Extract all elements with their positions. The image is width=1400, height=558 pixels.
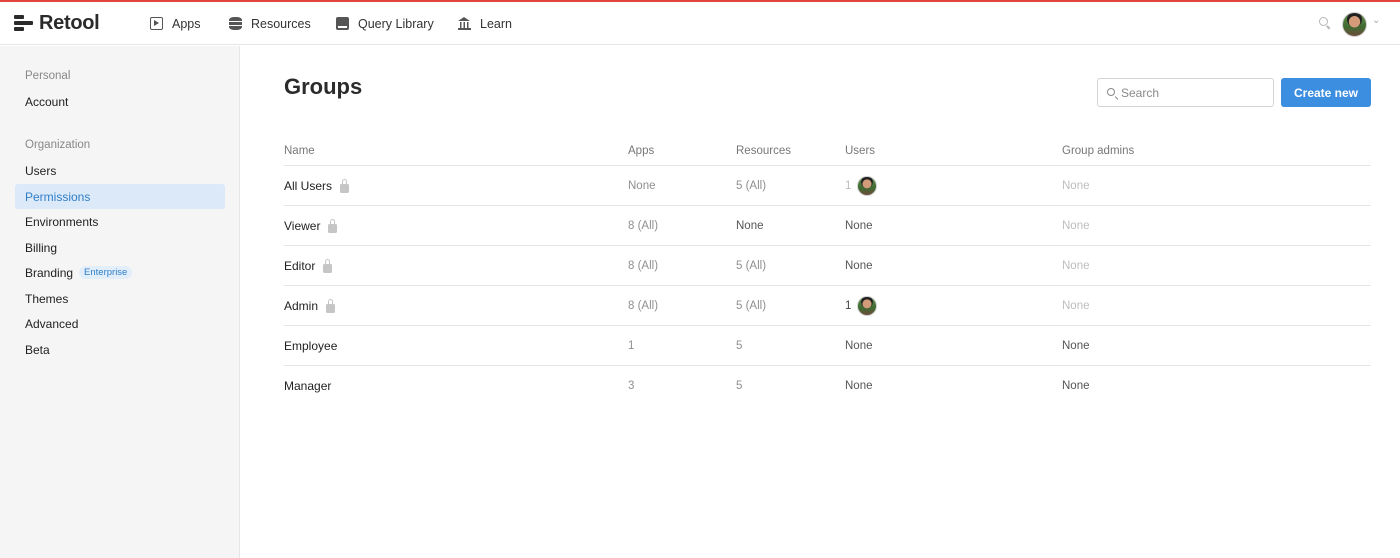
- group-admins: None: [1062, 220, 1090, 232]
- sidebar-item-label: Environments: [25, 214, 99, 229]
- search-icon[interactable]: [1319, 17, 1330, 28]
- sidebar-item-label: Account: [25, 94, 69, 109]
- group-resources: None: [736, 220, 764, 232]
- sidebar-item-advanced[interactable]: Advanced: [15, 311, 225, 336]
- page-title: Groups: [284, 74, 363, 99]
- group-resources: 5: [736, 380, 743, 392]
- search-icon: [1107, 88, 1118, 99]
- avatar[interactable]: [857, 296, 878, 316]
- group-apps: 1: [628, 340, 635, 352]
- group-resources: 5: [736, 340, 743, 352]
- group-apps: 8 (All): [628, 300, 659, 312]
- sidebar-item-label: Advanced: [25, 316, 79, 331]
- sidebar-item-users[interactable]: Users: [15, 158, 225, 183]
- group-users: None: [845, 380, 873, 392]
- sidebar-item-environments[interactable]: Environments: [15, 209, 225, 234]
- group-admins: None: [1062, 380, 1090, 392]
- sidebar-heading-organization: Organization: [25, 139, 91, 151]
- lock-icon: [326, 298, 336, 313]
- nav-resources-label: Resources: [251, 16, 311, 31]
- group-resources: 5 (All): [736, 180, 767, 192]
- column-header-name[interactable]: Name: [284, 145, 315, 157]
- retool-logo-icon: [14, 14, 33, 32]
- column-header-group-admins[interactable]: Group admins: [1062, 145, 1134, 157]
- group-name[interactable]: Manager: [284, 379, 331, 393]
- sidebar-item-label: Billing: [25, 240, 58, 255]
- table-row[interactable]: Editor 8 (All) 5 (All) None None: [284, 246, 1371, 286]
- sidebar-item-label: Branding: [25, 265, 74, 280]
- user-avatar[interactable]: [1342, 12, 1367, 37]
- avatar[interactable]: [857, 176, 878, 196]
- enterprise-badge: Enterprise: [79, 266, 133, 279]
- group-name[interactable]: Employee: [284, 339, 337, 353]
- group-name[interactable]: Editor: [284, 259, 315, 273]
- book-icon: [336, 17, 349, 30]
- retool-logo[interactable]: Retool: [14, 11, 100, 34]
- table-row[interactable]: Employee 1 5 None None: [284, 326, 1371, 366]
- nav-resources[interactable]: Resources: [229, 2, 311, 45]
- table-row[interactable]: All Users None 5 (All) 1 None: [284, 166, 1371, 206]
- group-apps: 3: [628, 380, 635, 392]
- nav-query-library[interactable]: Query Library: [336, 2, 434, 45]
- database-icon: [229, 17, 242, 30]
- column-header-users[interactable]: Users: [845, 145, 875, 157]
- group-admins: None: [1062, 340, 1090, 352]
- brand-name: Retool: [39, 11, 100, 34]
- group-apps: 8 (All): [628, 260, 659, 272]
- group-admins: None: [1062, 260, 1090, 272]
- sidebar-item-billing[interactable]: Billing: [15, 235, 225, 260]
- group-users: None: [845, 260, 873, 272]
- column-header-apps[interactable]: Apps: [628, 145, 654, 157]
- sidebar-item-label: Beta: [25, 342, 50, 357]
- group-admins: None: [1062, 180, 1090, 192]
- table-row[interactable]: Viewer 8 (All) None None None: [284, 206, 1371, 246]
- lock-icon: [328, 218, 338, 233]
- sidebar-item-label: Themes: [25, 291, 69, 306]
- nav-learn[interactable]: Learn: [458, 2, 512, 45]
- groups-search[interactable]: [1097, 78, 1274, 107]
- sidebar-item-branding[interactable]: Branding Enterprise: [15, 260, 225, 285]
- top-navigation-bar: Retool Apps Resources Query Library Lear…: [0, 2, 1400, 45]
- nav-apps-label: Apps: [172, 16, 201, 31]
- sidebar-item-label: Users: [25, 163, 57, 178]
- group-admins: None: [1062, 300, 1090, 312]
- groups-table: Name Apps Resources Users Group admins A…: [284, 141, 1371, 406]
- table-row[interactable]: Admin 8 (All) 5 (All) 1 None: [284, 286, 1371, 326]
- nav-query-library-label: Query Library: [358, 16, 434, 31]
- group-resources: 5 (All): [736, 300, 767, 312]
- group-users: None: [845, 340, 873, 352]
- group-users-count: 1: [845, 180, 852, 192]
- group-name[interactable]: Viewer: [284, 219, 320, 233]
- lock-icon: [340, 178, 350, 193]
- chevron-down-icon[interactable]: ⌄: [1372, 15, 1380, 26]
- bank-icon: [458, 17, 471, 30]
- group-apps: None: [628, 180, 656, 192]
- sidebar-item-themes[interactable]: Themes: [15, 286, 225, 311]
- nav-learn-label: Learn: [480, 16, 512, 31]
- group-name[interactable]: All Users: [284, 179, 332, 193]
- sidebar-heading-personal: Personal: [25, 70, 71, 82]
- play-box-icon: [150, 17, 163, 30]
- sidebar-item-account[interactable]: Account: [15, 89, 225, 114]
- create-new-button[interactable]: Create new: [1281, 78, 1371, 107]
- nav-apps[interactable]: Apps: [150, 2, 201, 45]
- sidebar-item-label: Permissions: [25, 189, 91, 204]
- settings-sidebar: Personal Account Organization Users Perm…: [0, 46, 240, 558]
- lock-icon: [323, 258, 333, 273]
- column-header-resources[interactable]: Resources: [736, 145, 791, 157]
- group-resources: 5 (All): [736, 260, 767, 272]
- group-name[interactable]: Admin: [284, 299, 318, 313]
- group-apps: 8 (All): [628, 220, 659, 232]
- search-input[interactable]: [1121, 79, 1269, 106]
- group-users: None: [845, 220, 873, 232]
- sidebar-item-beta[interactable]: Beta: [15, 337, 225, 362]
- group-users-count: 1: [845, 300, 852, 312]
- sidebar-item-permissions[interactable]: Permissions: [15, 184, 225, 209]
- table-header: Name Apps Resources Users Group admins: [284, 141, 1371, 166]
- table-row[interactable]: Manager 3 5 None None: [284, 366, 1371, 406]
